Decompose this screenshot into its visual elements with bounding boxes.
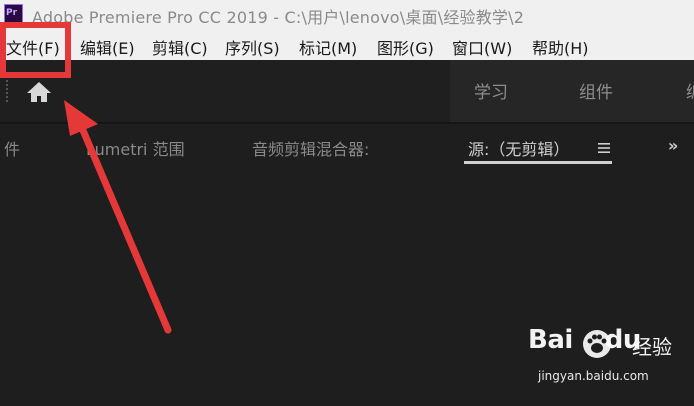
workspace-tab-learning[interactable]: 学习 — [474, 78, 508, 103]
window-title: Adobe Premiere Pro CC 2019 - C:\用户\lenov… — [32, 8, 525, 27]
panel-overflow-icon[interactable]: » — [668, 136, 678, 155]
drag-grip-icon[interactable] — [6, 80, 8, 102]
panel-tab-lumetri-scopes[interactable]: Lumetri 范围 — [86, 136, 185, 160]
workspace-bar: 学习 组件 编 — [0, 60, 694, 122]
menu-edit[interactable]: 编辑(E) — [80, 35, 135, 59]
annotation-highlight-box — [0, 22, 71, 78]
workspace-tab-editing[interactable]: 编 — [686, 78, 694, 103]
workspace-tab-assembly[interactable]: 组件 — [579, 78, 613, 103]
menu-bar: 文件(F) 编辑(E) 剪辑(C) 序列(S) 标记(M) 图形(G) 窗口(W… — [0, 30, 694, 60]
title-bar: Pr Adobe Premiere Pro CC 2019 - C:\用户\le… — [0, 0, 694, 30]
baidu-jingyan-watermark: Bai du 经验 jingyan.baidu.com — [520, 325, 690, 395]
panel-tab-audio-clip-mixer[interactable]: 音频剪辑混合器: — [252, 136, 369, 160]
premiere-app-icon: Pr — [4, 4, 23, 23]
menu-clip[interactable]: 剪辑(C) — [152, 35, 208, 59]
active-tab-underline — [464, 161, 612, 164]
hamburger-icon[interactable] — [598, 142, 610, 154]
menu-markers[interactable]: 标记(M) — [299, 35, 357, 59]
jingyan-brand: 经验 — [632, 335, 672, 359]
watermark-url: jingyan.baidu.com — [538, 369, 649, 383]
menu-sequence[interactable]: 序列(S) — [225, 35, 280, 59]
menu-graphics[interactable]: 图形(G) — [377, 35, 434, 59]
workspace-tabs: 学习 组件 编 — [450, 60, 694, 122]
home-icon[interactable] — [24, 80, 54, 104]
panel-tab-source[interactable]: 源:（无剪辑） — [468, 136, 569, 160]
baidu-paw-icon — [583, 330, 611, 358]
menu-help[interactable]: 帮助(H) — [532, 35, 589, 59]
panel-tab-effects[interactable]: 件 — [4, 136, 20, 160]
menu-window[interactable]: 窗口(W) — [452, 35, 512, 59]
